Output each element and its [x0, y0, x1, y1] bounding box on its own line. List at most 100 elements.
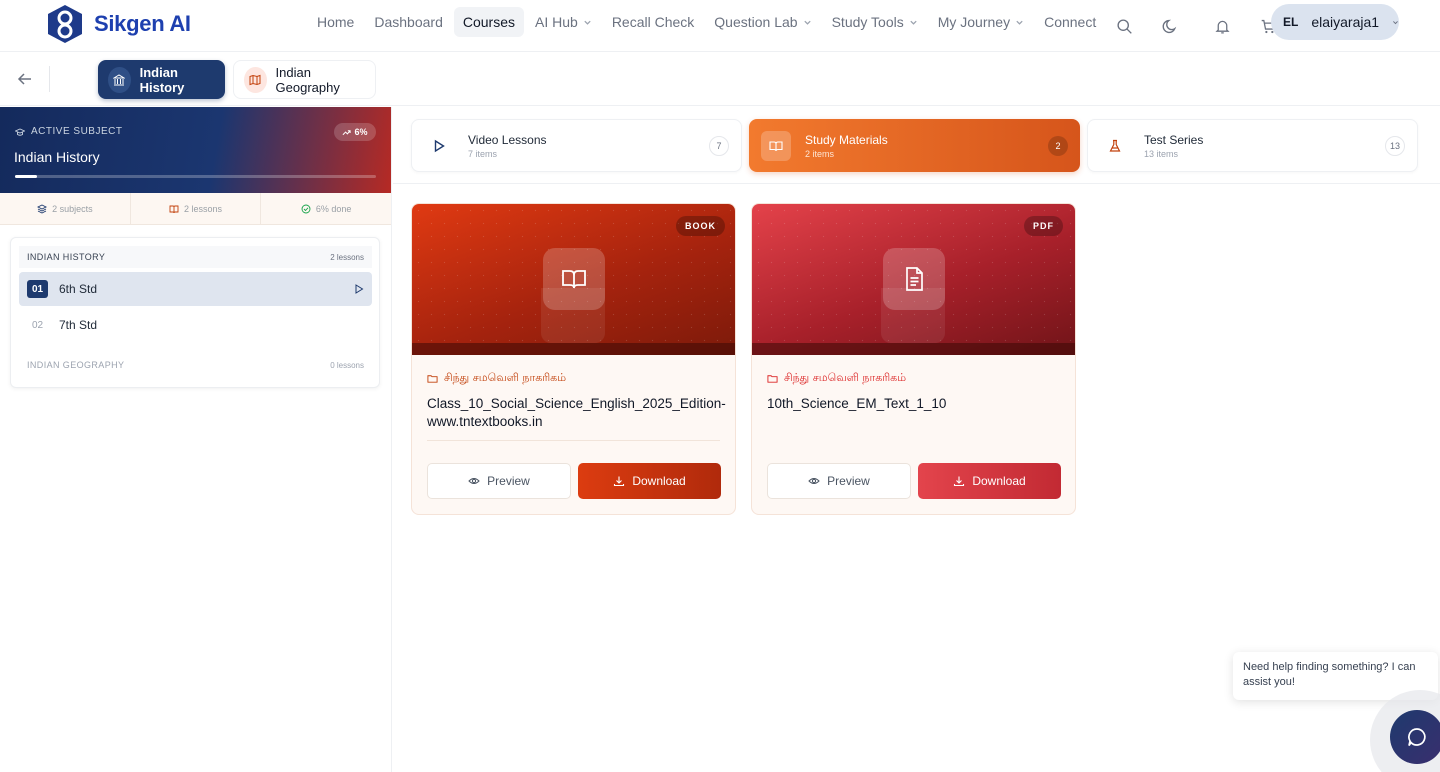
chevron-down-icon — [1016, 20, 1023, 25]
tab-count-badge: 13 — [1385, 135, 1405, 156]
chat-launcher-button[interactable] — [1390, 710, 1440, 764]
preview-button[interactable]: Preview — [427, 463, 571, 499]
nav-question-lab-label: Question Lab — [714, 14, 798, 30]
subject-bar: Indian History Indian Geography — [0, 52, 1440, 106]
folder-icon — [427, 375, 438, 383]
nav-connect[interactable]: Connect — [1035, 7, 1105, 37]
lesson-group-header[interactable]: INDIAN HISTORY 2 lessons — [19, 246, 372, 268]
stat-lessons-text: 2 lessons — [183, 203, 223, 214]
lesson-group-count: 2 lessons — [330, 252, 364, 262]
tab-count-badge: 7 — [709, 135, 729, 156]
graduation-cap-icon — [15, 128, 25, 136]
nav-study-tools[interactable]: Study Tools — [823, 7, 927, 37]
nav-courses[interactable]: Courses — [453, 7, 524, 37]
stat-progress-text: 6% done — [315, 203, 352, 214]
tab-title: Test Series — [1144, 132, 1204, 147]
tab-subtitle: 7 items — [468, 148, 498, 159]
hero-band — [752, 343, 1075, 355]
eye-icon — [468, 478, 480, 484]
lessons-list: INDIAN HISTORY 2 lessons 01 6th Std 02 7… — [10, 237, 380, 388]
preview-button-label: Preview — [487, 474, 530, 488]
hero-band — [412, 343, 735, 355]
map-icon — [244, 66, 267, 93]
eye-icon — [808, 478, 820, 484]
active-subject-title: Indian History — [14, 149, 100, 165]
user-initials: EL — [1283, 15, 1299, 29]
nav-dashboard[interactable]: Dashboard — [365, 7, 452, 37]
nav-recall-check-label: Recall Check — [611, 14, 695, 30]
nav-home[interactable]: Home — [308, 7, 363, 37]
material-title: Class_10_Social_Science_English_2025_Edi… — [427, 396, 726, 429]
book-icon — [169, 205, 179, 213]
material-category: சிந்து சமவெளி நாகரிகம் — [427, 371, 566, 386]
download-button[interactable]: Download — [578, 463, 721, 499]
chevron-down-icon — [803, 20, 811, 25]
material-category-text: சிந்து சமவெளி நாகரிகம் — [784, 371, 907, 384]
back-arrow-icon[interactable] — [14, 68, 36, 90]
file-text-icon — [883, 248, 945, 310]
tab-count-badge: 2 — [1048, 135, 1068, 156]
subject-tab-label: Indian History — [139, 64, 185, 95]
chat-bubble-icon — [1408, 728, 1426, 746]
progress-bar — [15, 175, 376, 178]
nav-dashboard-label: Dashboard — [374, 14, 443, 30]
nav-question-lab[interactable]: Question Lab — [705, 7, 820, 37]
nav-ai-hub[interactable]: AI Hub — [526, 7, 601, 37]
stat-lessons: 2 lessons — [131, 193, 262, 224]
folder-icon — [767, 375, 778, 383]
tab-subtitle: 2 items — [805, 148, 835, 159]
brand-name: Sikgen AI — [94, 11, 191, 36]
material-category-text: சிந்து சமவெளி நாகரிகம் — [444, 371, 567, 384]
nav-recall-check[interactable]: Recall Check — [603, 7, 703, 37]
tab-text: Study Materials 2 items — [805, 133, 1048, 159]
tab-video-lessons[interactable]: Video Lessons 7 items 7 — [411, 119, 742, 172]
lesson-item-6th-std[interactable]: 01 6th Std — [19, 272, 372, 306]
progress-badge: 6% — [334, 123, 376, 141]
tab-study-materials[interactable]: Study Materials 2 items 2 — [749, 119, 1080, 172]
nav-connect-label: Connect — [1044, 14, 1097, 30]
nav-home-label: Home — [317, 14, 355, 30]
lesson-group-header[interactable]: INDIAN GEOGRAPHY 0 lessons — [19, 357, 372, 373]
notifications-button[interactable] — [1208, 12, 1236, 40]
nav-ai-hub-label: AI Hub — [535, 14, 578, 30]
chevron-down-icon — [584, 20, 591, 25]
lesson-group-title: INDIAN HISTORY — [27, 252, 106, 262]
lesson-name: 6th Std — [59, 282, 98, 296]
lesson-group-title: INDIAN GEOGRAPHY — [27, 360, 125, 370]
nav-my-journey-label: My Journey — [937, 14, 1011, 30]
nav-courses-label: Courses — [462, 14, 515, 30]
tab-subtitle: 13 items — [1144, 148, 1179, 159]
nav-my-journey[interactable]: My Journey — [929, 7, 1033, 37]
lesson-item-7th-std[interactable]: 02 7th Std — [19, 308, 372, 342]
subject-tab-indian-history[interactable]: Indian History — [98, 60, 225, 99]
search-button[interactable] — [1110, 12, 1138, 40]
book-open-icon — [543, 248, 605, 310]
subject-tab-label: Indian Geography — [275, 64, 340, 95]
download-icon — [954, 476, 965, 487]
material-thumbnail[interactable]: BOOK — [412, 204, 735, 355]
preview-button[interactable]: Preview — [767, 463, 911, 499]
material-category: சிந்து சமவெளி நாகரிகம் — [767, 371, 906, 386]
material-thumbnail[interactable]: PDF — [752, 204, 1075, 355]
bell-icon — [1214, 20, 1230, 34]
tab-test-series[interactable]: Test Series 13 items 13 — [1087, 119, 1418, 172]
divider — [427, 440, 720, 441]
chevron-down-icon — [910, 20, 917, 25]
lesson-name: 7th Std — [59, 318, 98, 332]
tab-title: Video Lessons — [468, 132, 547, 147]
main-nav: Home Dashboard Courses AI Hub Recall Che… — [308, 7, 1105, 37]
subject-tab-indian-geography[interactable]: Indian Geography — [233, 60, 376, 99]
subject-stats: 2 subjects 2 lessons 6% done — [0, 193, 391, 225]
stat-subjects-text: 2 subjects — [52, 203, 93, 214]
tab-text: Test Series 13 items — [1144, 133, 1385, 159]
chevron-down-icon — [1393, 20, 1398, 24]
tab-text: Video Lessons 7 items — [468, 133, 709, 159]
theme-toggle-button[interactable] — [1156, 12, 1184, 40]
material-title: 10th_Science_EM_Text_1_10 — [767, 396, 947, 411]
lesson-group-count: 0 lessons — [330, 360, 364, 370]
user-menu[interactable]: EL elaiyaraja1 — [1271, 4, 1399, 40]
brand[interactable]: Sikgen AI — [46, 4, 191, 44]
download-icon — [614, 476, 625, 487]
download-button-label: Download — [632, 474, 686, 488]
download-button[interactable]: Download — [918, 463, 1061, 499]
